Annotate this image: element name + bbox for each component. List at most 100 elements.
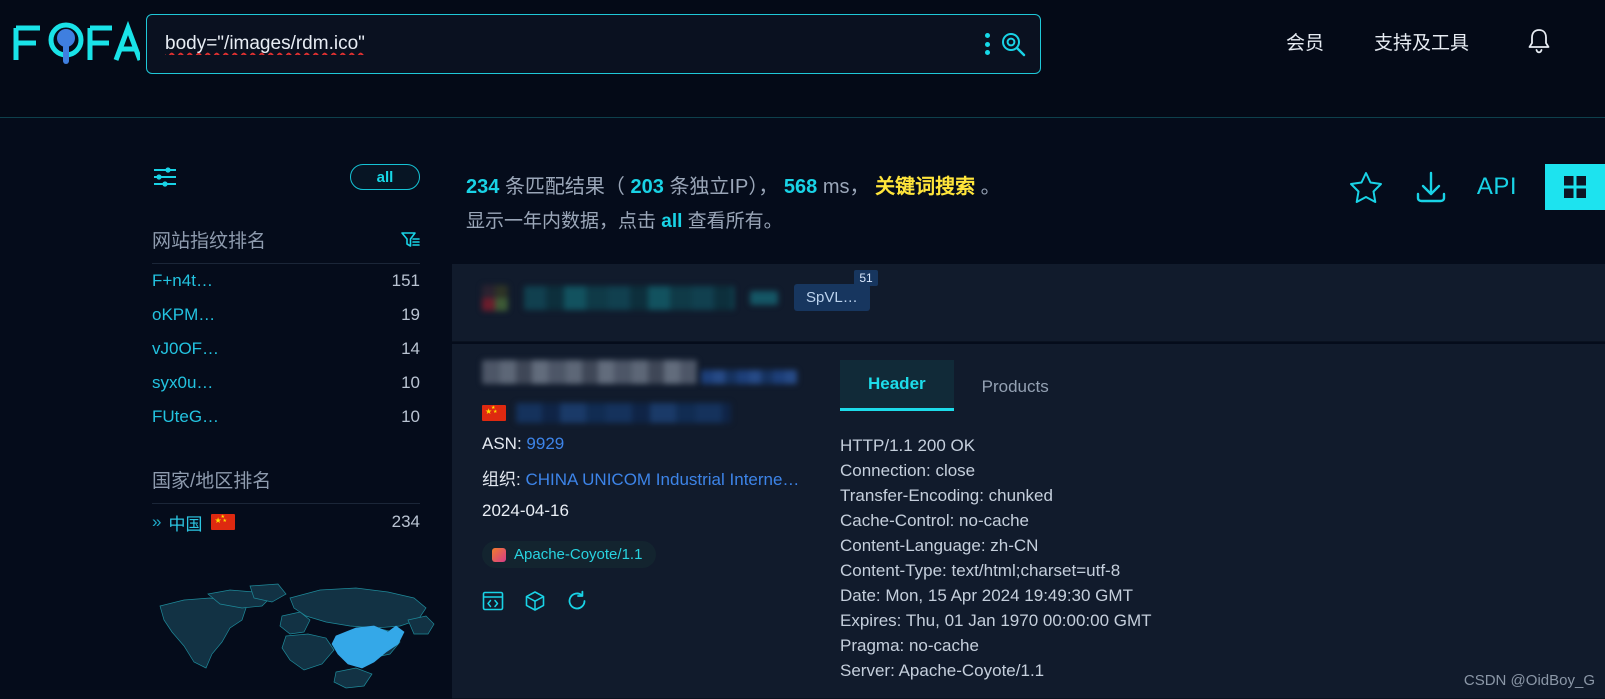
redacted-location [516,403,731,423]
country-count: 234 [391,512,420,531]
fingerprint-label[interactable]: FUteG… [152,407,219,427]
results-note: 显示一年内数据，点击 all 查看所有。 [466,206,783,233]
list-item[interactable]: » 中国 ★ ★ ★ 234 [152,504,420,540]
redacted-favicon [482,284,508,311]
list-item[interactable]: oKPM… 19 [152,298,420,332]
fofa-search-results-page: 会员 支持及工具 all 网站指纹排名 [0,0,1605,699]
refresh-icon[interactable] [566,590,588,612]
cube-package-icon[interactable] [524,590,546,612]
tab-products[interactable]: Products [954,363,1077,411]
cn-flag-icon: ★ ★ ★ [482,405,506,421]
redacted-url [701,370,798,384]
result-tool-icons [482,590,842,612]
fingerprint-label[interactable]: vJ0OF… [152,339,219,359]
results-note-suffix: 查看所有。 [682,211,783,232]
list-item[interactable]: F+n4t… 151 [152,264,420,298]
world-map[interactable] [150,576,450,699]
list-item[interactable]: syx0u… 10 [152,366,420,400]
fingerprint-count: 14 [401,339,420,358]
notification-bell-icon[interactable] [1525,26,1553,56]
fingerprint-ranking-section: 网站指纹排名 F+n4t… 151 oKPM… 19 vJ0OF… 14 syx [152,226,420,434]
product-tag[interactable]: Apache-Coyote/1.1 [482,541,657,568]
asn-row: ASN: 9929 [482,434,842,454]
search-actions [985,31,1040,57]
fingerprint-label[interactable]: F+n4t… [152,271,213,291]
nav-link-member[interactable]: 会员 [1286,28,1324,55]
sidebar-toolbar: all [152,162,420,192]
product-tag-icon [492,547,506,562]
search-icon[interactable] [1000,31,1026,57]
result-chip-badge: 51 [854,270,878,286]
top-navigation-bar: 会员 支持及工具 [0,0,1605,118]
download-icon[interactable] [1413,168,1449,206]
fofa-logo[interactable] [10,18,140,70]
fingerprint-ranking-header: 网站指纹排名 [152,226,420,263]
search-input[interactable] [147,15,985,73]
org-value[interactable]: CHINA UNICOM Industrial Interne… [525,470,799,489]
highlighted-country-china [331,625,405,669]
results-total-suffix: 条匹配结果（ [504,176,625,198]
results-summary: 234 条匹配结果（ 203 条独立IP）， 568 ms， 关键词搜索 。 [466,170,1001,199]
result-location-row: ★ ★ ★ [482,403,842,423]
detail-tabs: Header Products [840,360,1585,411]
result-chip-label: SpVL… [806,289,858,306]
result-card-row: SpVL… 51 [482,270,878,311]
fingerprint-count: 10 [401,373,420,392]
result-card-info: ★ ★ ★ ASN: 9929 组织: CHINA UNICOM Industria… [482,360,842,612]
redacted-port [750,290,778,305]
results-search-mode: 关键词搜索 [875,176,976,198]
fingerprint-ranking-title: 网站指纹排名 [152,231,267,252]
all-filter-pill[interactable]: all [350,164,420,190]
org-row: 组织: CHINA UNICOM Industrial Interne… [482,465,842,490]
fingerprint-count: 19 [401,305,420,324]
fingerprint-count: 151 [391,271,420,290]
result-detail-panel: Header Products HTTP/1.1 200 OK Connecti… [840,360,1585,683]
country-label[interactable]: 中国 [168,510,202,535]
result-chip[interactable]: SpVL… 51 [794,270,878,311]
nav-link-support-tools[interactable]: 支持及工具 [1374,28,1469,55]
product-tag-label: Apache-Coyote/1.1 [514,546,643,563]
result-card[interactable]: ★ ★ ★ ASN: 9929 组织: CHINA UNICOM Industria… [452,344,1605,699]
grid-icon [1564,176,1586,198]
api-button[interactable]: API [1477,173,1517,201]
list-item[interactable]: FUteG… 10 [152,400,420,434]
fingerprint-count: 10 [401,407,420,426]
results-unique-ip-count: 203 [630,176,664,198]
list-item[interactable]: vJ0OF… 14 [152,332,420,366]
sliders-filter-icon[interactable] [152,165,178,189]
results-note-prefix: 显示一年内数据，点击 [466,211,662,232]
result-card[interactable]: SpVL… 51 [452,264,1605,342]
cn-flag-icon: ★ ★ ★ [211,514,236,530]
left-sidebar: all 网站指纹排名 F+n4t… 151 oKPM… 19 vJ0OF… 14… [0,118,452,699]
asn-label: ASN: [482,434,522,453]
results-query-time: 568 [783,176,818,198]
favorite-star-icon[interactable] [1347,168,1385,206]
fingerprint-label[interactable]: syx0u… [152,373,213,393]
chevron-right-icon[interactable]: » [152,512,162,532]
country-ranking-section: 国家/地区排名 » 中国 ★ ★ ★ 234 [152,466,420,540]
results-unique-suffix: 条独立IP）， [669,176,779,198]
results-total-count: 234 [466,176,500,198]
fingerprint-label[interactable]: oKPM… [152,305,215,325]
nav-links: 会员 支持及工具 [1286,26,1553,56]
tab-header[interactable]: Header [840,360,954,411]
results-time-unit: ms， [822,176,870,198]
source-code-icon[interactable] [482,590,504,612]
results-mode-suffix: 。 [980,176,1001,198]
country-ranking-title: 国家/地区排名 [152,471,272,492]
search-box[interactable] [146,14,1041,74]
redacted-title [482,360,697,384]
results-note-all-link[interactable]: all [661,211,682,232]
vertical-dots-icon[interactable] [985,33,990,55]
grid-view-button[interactable] [1545,164,1605,210]
funnel-filter-icon[interactable] [400,230,420,250]
results-actions: API [1347,164,1605,210]
redacted-host [524,285,734,310]
asn-value[interactable]: 9929 [526,434,564,453]
results-header: 234 条匹配结果（ 203 条独立IP）， 568 ms， 关键词搜索 。 显… [452,118,1605,258]
http-header-text: HTTP/1.1 200 OK Connection: close Transf… [840,436,1152,680]
country-ranking-header: 国家/地区排名 [152,466,420,503]
result-date: 2024-04-16 [482,501,569,520]
org-label: 组织: [482,470,521,489]
watermark: CSDN @OidBoy_G [1463,672,1595,689]
